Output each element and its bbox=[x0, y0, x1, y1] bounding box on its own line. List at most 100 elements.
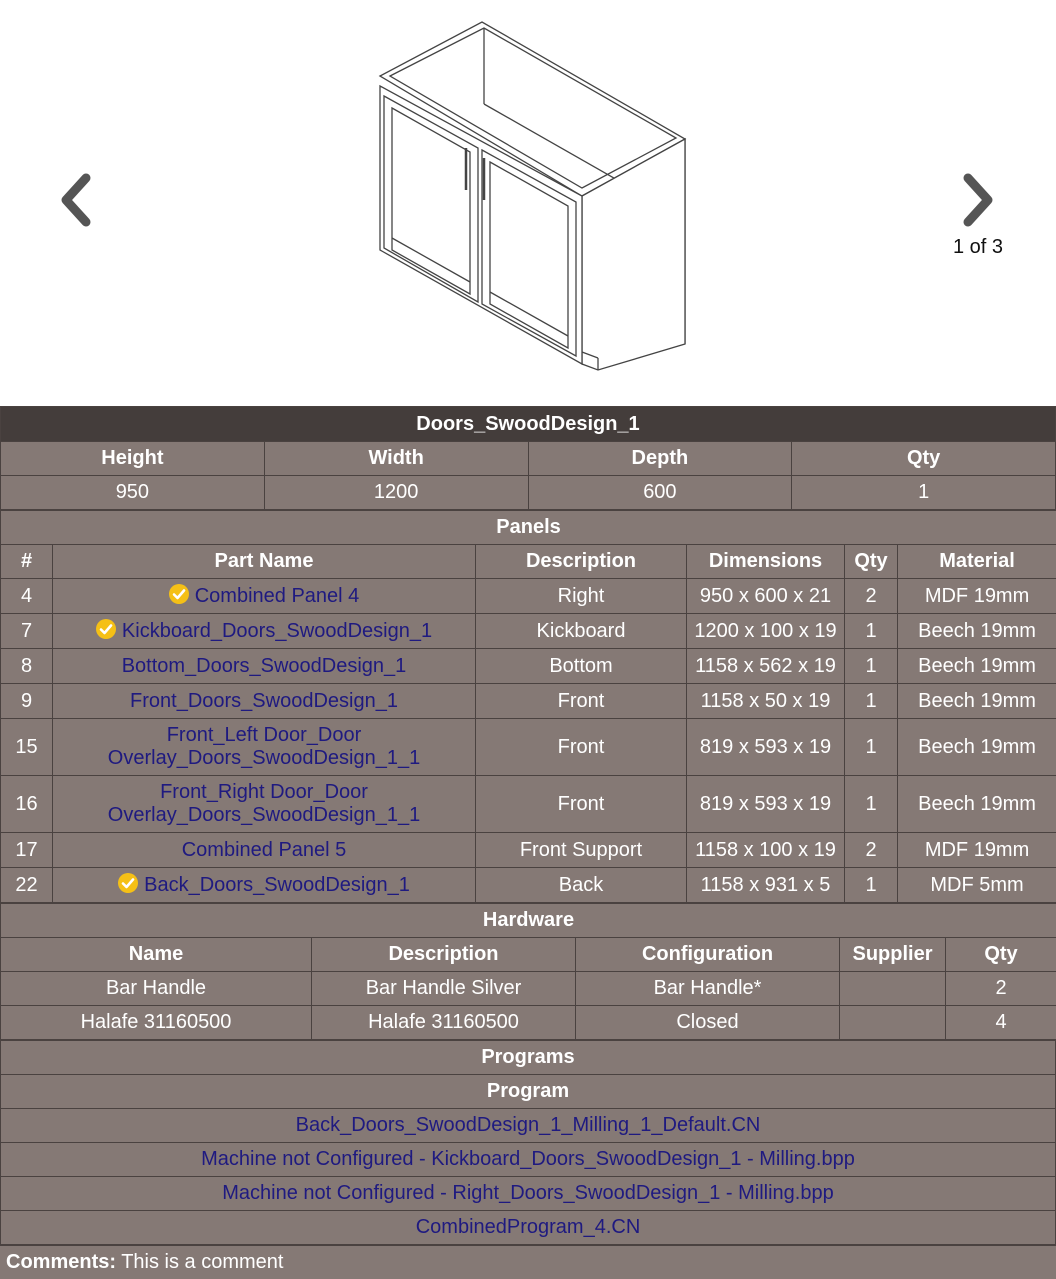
panel-material: Beech 19mm bbox=[896, 648, 1056, 684]
part-name-link[interactable]: Front_Left Door_Door Overlay_Doors_Swood… bbox=[108, 724, 420, 769]
panel-qty: 2 bbox=[844, 578, 898, 614]
part-name-link[interactable]: Bottom_Doors_SwoodDesign_1 bbox=[122, 655, 407, 677]
panel-qty: 1 bbox=[844, 867, 898, 903]
page-indicator: 1 of 3 bbox=[952, 236, 1004, 258]
panel-dimensions: 819 x 593 x 19 bbox=[686, 775, 845, 833]
panels-section-title: Panels bbox=[0, 510, 1056, 545]
panel-material: MDF 5mm bbox=[896, 867, 1056, 903]
comments-text: This is a comment bbox=[121, 1251, 284, 1273]
panel-dimensions: 1158 x 100 x 19 bbox=[686, 832, 845, 868]
programs-table: Programs Program Back_Doors_SwoodDesign_… bbox=[0, 1040, 1056, 1245]
program-link[interactable]: Machine not Configured - Kickboard_Doors… bbox=[201, 1148, 855, 1170]
panel-material: MDF 19mm bbox=[896, 578, 1056, 614]
table-row: 15 Front_Left Door_Door Overlay_Doors_Swo… bbox=[0, 718, 1056, 776]
chevron-right-icon[interactable] bbox=[958, 170, 998, 230]
panel-qty: 1 bbox=[844, 775, 898, 833]
depth-value: 600 bbox=[527, 475, 793, 510]
panel-dimensions: 1158 x 562 x 19 bbox=[686, 648, 845, 684]
panel-number: 9 bbox=[0, 683, 53, 719]
part-name-link[interactable]: Combined Panel 4 bbox=[195, 585, 360, 607]
col-height: Height bbox=[0, 441, 265, 476]
list-item: CombinedProgram_4.CN bbox=[0, 1210, 1056, 1245]
panel-description: Front bbox=[475, 683, 687, 719]
panel-number: 7 bbox=[0, 613, 53, 649]
panel-material: Beech 19mm bbox=[896, 613, 1056, 649]
hardware-qty: 4 bbox=[945, 1005, 1056, 1040]
panel-dimensions: 1200 x 100 x 19 bbox=[686, 613, 845, 649]
chevron-left-icon[interactable] bbox=[56, 170, 96, 230]
col-configuration: Configuration bbox=[575, 937, 840, 972]
list-item: Back_Doors_SwoodDesign_1_Milling_1_Defau… bbox=[0, 1108, 1056, 1143]
panel-qty: 2 bbox=[844, 832, 898, 868]
hardware-name: Bar Handle bbox=[0, 971, 312, 1006]
panel-number: 16 bbox=[0, 775, 53, 833]
panel-qty: 1 bbox=[844, 648, 898, 684]
table-row: 4 Combined Panel 4 Right 950 x 600 x 21 2 MDF… bbox=[0, 578, 1056, 614]
panel-material: Beech 19mm bbox=[896, 718, 1056, 776]
hardware-description: Bar Handle Silver bbox=[311, 971, 576, 1006]
cabinet-title: Doors_SwoodDesign_1 bbox=[0, 406, 1056, 442]
hardware-qty: 2 bbox=[945, 971, 1056, 1006]
panel-part-name: Bottom_Doors_SwoodDesign_1 bbox=[52, 648, 476, 684]
panel-qty: 1 bbox=[844, 718, 898, 776]
qty-value: 1 bbox=[791, 475, 1056, 510]
panel-description: Bottom bbox=[475, 648, 687, 684]
check-circle-icon bbox=[95, 619, 116, 639]
panel-description: Front bbox=[475, 718, 687, 776]
col-program: Program bbox=[0, 1074, 1056, 1109]
check-circle-icon bbox=[168, 584, 189, 604]
program-link[interactable]: Machine not Configured - Right_Doors_Swo… bbox=[222, 1182, 833, 1204]
panel-description: Front bbox=[475, 775, 687, 833]
hardware-section-title: Hardware bbox=[0, 903, 1056, 938]
program-link[interactable]: CombinedProgram_4.CN bbox=[416, 1216, 641, 1238]
width-value: 1200 bbox=[263, 475, 529, 510]
col-qty: Qty bbox=[791, 441, 1056, 476]
col-depth: Depth bbox=[527, 441, 793, 476]
panel-number: 8 bbox=[0, 648, 53, 684]
table-row: 8 Bottom_Doors_SwoodDesign_1 Bottom 1158 x … bbox=[0, 648, 1056, 684]
panel-part-name: Back_Doors_SwoodDesign_1 bbox=[52, 867, 476, 903]
check-circle-icon bbox=[118, 873, 139, 893]
part-name-link[interactable]: Combined Panel 5 bbox=[182, 839, 347, 861]
comments-label: Comments: bbox=[6, 1251, 117, 1273]
panel-material: Beech 19mm bbox=[896, 683, 1056, 719]
program-link[interactable]: Back_Doors_SwoodDesign_1_Milling_1_Defau… bbox=[296, 1114, 761, 1136]
panels-table: Panels # Part Name Description Dimension… bbox=[0, 510, 1056, 903]
panel-part-name: Front_Right Door_Door Overlay_Doors_Swoo… bbox=[52, 775, 476, 833]
table-row: 17 Combined Panel 5 Front Support 1158 x 10… bbox=[0, 832, 1056, 868]
list-item: Machine not Configured - Kickboard_Doors… bbox=[0, 1142, 1056, 1177]
col-qty: Qty bbox=[945, 937, 1056, 972]
part-name-link[interactable]: Back_Doors_SwoodDesign_1 bbox=[144, 874, 410, 896]
cabinet-drawing bbox=[378, 21, 687, 371]
part-name-link[interactable]: Kickboard_Doors_SwoodDesign_1 bbox=[122, 620, 432, 642]
col-number: # bbox=[0, 544, 53, 579]
panel-part-name: Combined Panel 4 bbox=[52, 578, 476, 614]
table-row: 16 Front_Right Door_Door Overlay_Doors_Sw… bbox=[0, 775, 1056, 833]
col-description: Description bbox=[311, 937, 576, 972]
hardware-name: Halafe 31160500 bbox=[0, 1005, 312, 1040]
panel-number: 4 bbox=[0, 578, 53, 614]
panel-part-name: Front_Doors_SwoodDesign_1 bbox=[52, 683, 476, 719]
col-part-name: Part Name bbox=[52, 544, 476, 579]
list-item: Machine not Configured - Right_Doors_Swo… bbox=[0, 1176, 1056, 1211]
col-name: Name bbox=[0, 937, 312, 972]
panel-dimensions: 950 x 600 x 21 bbox=[686, 578, 845, 614]
table-row: 22 Back_Doors_SwoodDesign_1 Back 1158 x 931… bbox=[0, 867, 1056, 903]
col-dimensions: Dimensions bbox=[686, 544, 845, 579]
col-material: Material bbox=[896, 544, 1056, 579]
hardware-configuration: Bar Handle* bbox=[575, 971, 840, 1006]
programs-section-title: Programs bbox=[0, 1040, 1056, 1075]
hardware-description: Halafe 31160500 bbox=[311, 1005, 576, 1040]
panel-dimensions: 1158 x 931 x 5 bbox=[686, 867, 845, 903]
panel-description: Right bbox=[475, 578, 687, 614]
part-name-link[interactable]: Front_Doors_SwoodDesign_1 bbox=[130, 690, 398, 712]
panel-dimensions: 1158 x 50 x 19 bbox=[686, 683, 845, 719]
panel-dimensions: 819 x 593 x 19 bbox=[686, 718, 845, 776]
panel-description: Back bbox=[475, 867, 687, 903]
panel-material: MDF 19mm bbox=[896, 832, 1056, 868]
hardware-supplier bbox=[839, 1005, 946, 1040]
summary-table: Doors_SwoodDesign_1 Height Width Depth Q… bbox=[0, 406, 1056, 510]
part-name-link[interactable]: Front_Right Door_Door Overlay_Doors_Swoo… bbox=[108, 781, 420, 826]
panel-number: 22 bbox=[0, 867, 53, 903]
panel-part-name: Front_Left Door_Door Overlay_Doors_Swood… bbox=[52, 718, 476, 776]
